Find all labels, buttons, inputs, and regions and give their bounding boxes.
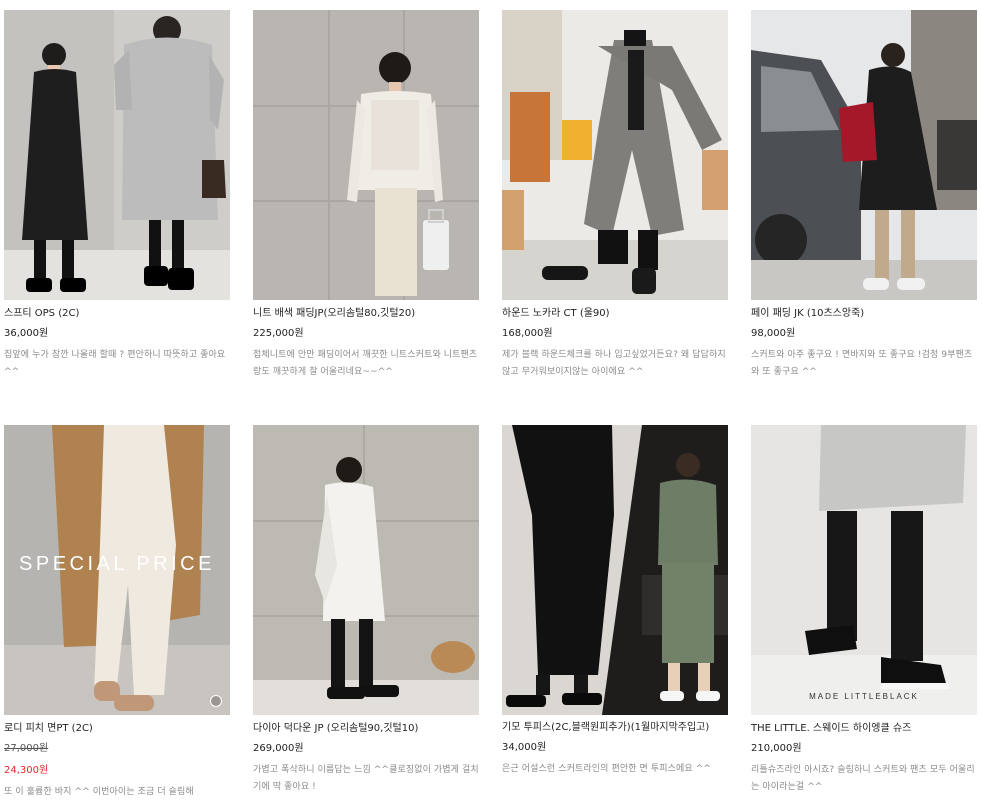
product-card[interactable]: 기모 투피스(2C,블랙원피추가)(1월마지막주입고) 34,000원 은근 어… (502, 425, 728, 778)
product-image[interactable] (502, 10, 728, 300)
product-name[interactable]: 페이 패딩 JK (10츠스앙죽) (751, 305, 977, 322)
product-card[interactable]: MADE LITTLEBLACK THE LITTLE. 스웨이드 하이엥클 슈… (751, 425, 977, 796)
product-card[interactable]: 니트 배색 패딩JP(오리솜털80,깃털20) 225,000원 접체니트에 안… (253, 10, 479, 381)
product-card[interactable]: SPECIAL PRICE 로디 피치 면PT (2C) 27,000원 24,… (4, 425, 230, 801)
product-name[interactable]: 로디 피치 면PT (2C) (4, 720, 230, 737)
product-price: 34,000원 (502, 742, 547, 753)
product-name[interactable]: THE LITTLE. 스웨이드 하이엥클 슈즈 (751, 720, 977, 737)
product-description: 또 이 훌륭한 바지 ^^ 이번아이는 조금 더 슬림해 (4, 787, 194, 797)
product-name[interactable]: 기모 투피스(2C,블랙원피추가)(1월마지막주입고) (502, 720, 728, 736)
product-price: 225,000원 (253, 328, 304, 339)
special-price-overlay: SPECIAL PRICE (19, 553, 215, 575)
product-description: 가볍고 폭삭하니 이름답는 느낌 ^^클로징없이 가볍게 걸치기에 딱 좋아요 … (253, 765, 479, 792)
product-image[interactable] (502, 425, 728, 715)
product-image[interactable] (751, 10, 977, 300)
product-description: 집앞에 누가 잠깐 나올래 할때 ? 편안하니 따뜻하고 좋아요 ^^ (4, 350, 226, 377)
product-image[interactable] (253, 10, 479, 300)
product-card[interactable]: 하운드 노카라 CT (울90) 168,000원 제가 블랙 하운드체크를 하… (502, 10, 728, 381)
product-card[interactable]: 다이아 덕다운 JP (오리솜털90,깃털10) 269,000원 가볍고 폭삭… (253, 425, 479, 796)
product-name[interactable]: 다이아 덕다운 JP (오리솜털90,깃털10) (253, 720, 479, 737)
brand-logo: MADE LITTLEBLACK (809, 692, 919, 701)
product-description: 제가 블랙 하운드체크를 하나 입고싶었거든요? 왜 답답하지않고 무거워보이지… (502, 350, 726, 377)
product-price: 168,000원 (502, 328, 553, 339)
color-swatch-icon[interactable] (210, 695, 222, 707)
product-image[interactable] (4, 10, 230, 300)
product-card[interactable]: 페이 패딩 JK (10츠스앙죽) 98,000원 스커트와 아주 좋구요 ! … (751, 10, 977, 381)
product-card[interactable]: 스프티 OPS (2C) 36,000원 집앞에 누가 잠깐 나올래 할때 ? … (4, 10, 230, 381)
product-image[interactable]: SPECIAL PRICE (4, 425, 230, 715)
product-price: 210,000원 (751, 743, 802, 754)
product-description: 은근 어설스런 스커트라인의 편안한 면 투피스에요 ^^ (502, 764, 712, 774)
product-price: 36,000원 (4, 328, 49, 339)
product-photo (4, 10, 230, 300)
product-description: 리틀슈즈라인 아시죠? 슬림하니 스커트와 팬츠 모두 어울리는 아이라는걸 ^… (751, 765, 975, 792)
product-image[interactable] (253, 425, 479, 715)
product-photo (751, 10, 977, 300)
product-photo (502, 425, 728, 715)
product-image[interactable]: MADE LITTLEBLACK (751, 425, 977, 715)
product-price: 269,000원 (253, 743, 304, 754)
product-original-price: 27,000원 (4, 743, 49, 754)
product-description: 스커트와 아주 좋구요 ! 면바지와 또 좋구요 !검정 9부팬츠와 또 좋구요… (751, 350, 973, 377)
product-photo (751, 425, 977, 715)
product-price: 98,000원 (751, 328, 796, 339)
product-photo (253, 425, 479, 715)
product-sale-price: 24,300원 (4, 765, 49, 776)
product-name[interactable]: 하운드 노카라 CT (울90) (502, 305, 728, 322)
product-photo (502, 10, 728, 300)
product-grid: 스프티 OPS (2C) 36,000원 집앞에 누가 잠깐 나올래 할때 ? … (0, 0, 982, 812)
product-photo (253, 10, 479, 300)
product-name[interactable]: 스프티 OPS (2C) (4, 305, 230, 322)
product-name[interactable]: 니트 배색 패딩JP(오리솜털80,깃털20) (253, 305, 479, 322)
product-description: 접체니트에 안만 패딩이어서 깨끗한 니트스커트와 니트팬츠랑도 깨끗하게 잘 … (253, 350, 478, 377)
